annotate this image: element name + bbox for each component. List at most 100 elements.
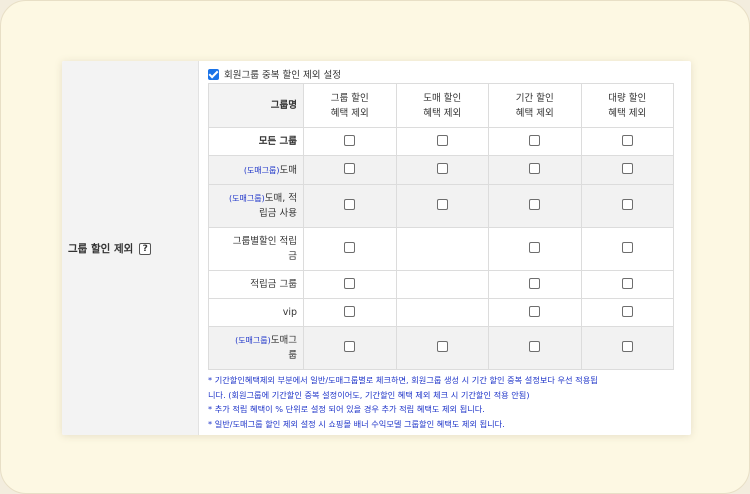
exclusion-checkbox[interactable] — [344, 242, 356, 253]
exclusion-checkbox[interactable] — [436, 341, 448, 352]
exclusion-checkbox[interactable] — [344, 134, 356, 146]
exclusion-cell — [303, 298, 397, 327]
wholesale-tag: (도매그룹) — [243, 165, 280, 175]
wholesale-tag: (도매그룹) — [229, 194, 265, 203]
group-name: 모든 그룹 — [258, 136, 297, 147]
group-name: 도매그 — [270, 335, 297, 346]
note-line: * 일반/도매그룹 할인 제외 설정 시 쇼핑몰 배너 수익모델 그룹할인 혜택… — [208, 418, 505, 429]
group-name-cell: 그룹별할인 적립금 — [208, 227, 304, 271]
exclusion-cell — [580, 155, 674, 185]
duplicate-discount-label: 회원그룹 중복 할인 제외 설정 — [224, 70, 341, 81]
help-notes: * 기간할인혜택제외 부분에서 일반/도매그룹별로 체크하면, 회원그룹 생성 … — [208, 373, 690, 431]
table-row: 모든 그룹 — [208, 127, 674, 156]
exclusion-checkbox[interactable] — [436, 163, 448, 174]
table-row: vip — [208, 298, 674, 327]
exclusion-cell — [395, 227, 489, 271]
col-wholesale-discount-header: 도매 할인 혜택 제외 — [395, 83, 489, 128]
exclusion-checkbox[interactable] — [529, 242, 541, 253]
exclusion-checkbox[interactable] — [621, 134, 633, 146]
exclusion-checkbox[interactable] — [621, 242, 633, 253]
group-name-continued: 금 — [288, 251, 297, 262]
exclusion-checkbox[interactable] — [344, 163, 356, 174]
exclusion-cell — [303, 127, 397, 156]
group-name-cell: vip — [208, 298, 304, 327]
exclusion-checkbox[interactable] — [436, 199, 448, 210]
group-name-cell: 적립금 그룹 — [208, 270, 304, 299]
group-name: 도매, 적 — [264, 193, 297, 204]
exclusion-checkbox[interactable] — [436, 134, 448, 146]
group-name-cell: (도매그룹)도매그룹 — [208, 326, 304, 370]
col-group-discount-header: 그룹 할인 혜택 제외 — [303, 83, 397, 128]
exclusion-checkbox[interactable] — [344, 277, 356, 289]
group-name: 도매 — [279, 164, 297, 176]
col-period-discount-header: 기간 할인 혜택 제외 — [488, 83, 582, 128]
exclusion-cell — [303, 270, 397, 299]
exclusion-cell — [303, 326, 397, 370]
exclusion-checkbox[interactable] — [529, 134, 541, 146]
exclusion-cell — [395, 127, 489, 156]
exclusion-cell — [580, 298, 674, 327]
exclusion-cell — [580, 227, 674, 271]
note-line: * 추가 적립 혜택이 % 단위로 설정 되어 있을 경우 추가 적립 혜택도 … — [208, 404, 485, 414]
group-name-cell: 모든 그룹 — [208, 127, 304, 156]
exclusion-cell — [488, 155, 582, 185]
background-frame: 그룹 할인 제외 ? 회원그룹 중복 할인 제외 설정 그룹명 그룹 할인 혜택 … — [0, 0, 750, 494]
table-row: (도매그룹)도매그룹 — [208, 326, 674, 370]
exclusion-cell — [303, 227, 397, 271]
duplicate-discount-option[interactable]: 회원그룹 중복 할인 제외 설정 — [208, 67, 688, 81]
exclusion-checkbox[interactable] — [529, 163, 541, 174]
exclusion-cell — [395, 184, 489, 228]
exclusion-cell — [303, 184, 397, 228]
exclusion-checkbox[interactable] — [621, 199, 633, 210]
exclusion-checkbox[interactable] — [344, 341, 356, 352]
group-name-continued: 립금 사용 — [259, 208, 297, 219]
exclusion-checkbox[interactable] — [621, 305, 633, 317]
field-label: 그룹 할인 제외 ? — [68, 241, 152, 256]
exclusion-checkbox[interactable] — [344, 199, 356, 210]
duplicate-discount-checkbox[interactable] — [208, 68, 219, 80]
exclusion-cell — [488, 270, 582, 299]
col-bulk-discount-header: 대량 할인 혜택 제외 — [580, 83, 674, 128]
group-name: 적립금 그룹 — [250, 279, 297, 290]
exclusion-cell — [488, 227, 582, 271]
exclusion-checkbox[interactable] — [621, 277, 633, 289]
group-exclusion-table: 그룹명 그룹 할인 혜택 제외 도매 할인 혜택 제외 기간 할인 혜택 제외 대량 … — [208, 83, 674, 370]
group-name-header: 그룹명 — [208, 83, 304, 128]
note-line: * 기간할인혜택제외 부분에서 일반/도매그룹별로 체크하면, 회원그룹 생성 … — [208, 375, 598, 385]
help-icon[interactable]: ? — [139, 242, 152, 255]
table-row: (도매그룹)도매 — [208, 155, 674, 185]
exclusion-cell — [395, 270, 489, 299]
exclusion-checkbox[interactable] — [529, 305, 541, 317]
exclusion-cell — [488, 184, 582, 228]
exclusion-cell — [395, 298, 489, 327]
exclusion-cell — [488, 127, 582, 156]
exclusion-checkbox[interactable] — [529, 277, 541, 289]
group-name-cell: (도매그룹)도매 — [208, 155, 304, 185]
exclusion-cell — [580, 270, 674, 299]
exclusion-cell — [303, 155, 397, 185]
note-line: 니다. (회원그룹에 기간할인 중복 설정이어도, 기간할인 혜택 제외 체크 … — [208, 389, 530, 400]
group-name-cell: (도매그룹)도매, 적립금 사용 — [208, 184, 304, 228]
exclusion-cell — [580, 326, 674, 370]
settings-card: 그룹 할인 제외 ? 회원그룹 중복 할인 제외 설정 그룹명 그룹 할인 혜택 … — [62, 61, 691, 435]
group-name-continued: 룹 — [288, 350, 297, 361]
table-header-row: 그룹명 그룹 할인 혜택 제외 도매 할인 혜택 제외 기간 할인 혜택 제외 대량 … — [208, 83, 674, 128]
exclusion-checkbox[interactable] — [529, 199, 541, 210]
label-column: 그룹 할인 제외 ? — [62, 61, 199, 435]
exclusion-cell — [580, 184, 674, 228]
group-name: 그룹별할인 적립 — [232, 236, 297, 247]
exclusion-checkbox[interactable] — [344, 305, 356, 317]
field-label-text: 그룹 할인 제외 — [68, 243, 134, 255]
wholesale-tag: (도매그룹) — [235, 336, 271, 345]
exclusion-checkbox[interactable] — [529, 341, 541, 352]
group-name: vip — [282, 307, 297, 318]
table-row: 적립금 그룹 — [208, 270, 674, 299]
exclusion-checkbox[interactable] — [621, 163, 633, 174]
exclusion-checkbox[interactable] — [621, 341, 633, 352]
table-row: 그룹별할인 적립금 — [208, 227, 674, 271]
exclusion-cell — [488, 326, 582, 370]
exclusion-cell — [395, 155, 489, 185]
exclusion-cell — [580, 127, 674, 156]
exclusion-cell — [488, 298, 582, 327]
exclusion-cell — [395, 326, 489, 370]
